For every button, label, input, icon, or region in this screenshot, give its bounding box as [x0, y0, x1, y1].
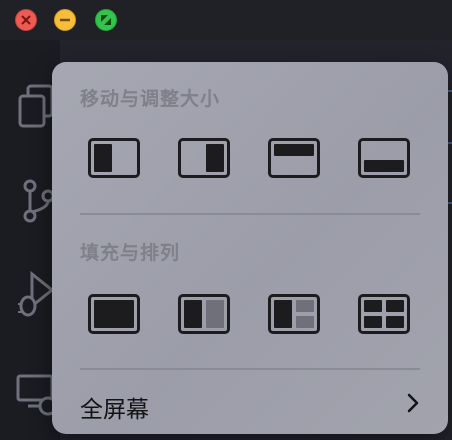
- grid-cell: [386, 316, 404, 328]
- arrange-three-pane-button[interactable]: [268, 294, 320, 334]
- close-icon: [21, 15, 31, 25]
- zoom-icon: [101, 15, 111, 25]
- three-pane-bottom-right: [296, 316, 314, 328]
- tile-right-half-button[interactable]: [178, 138, 230, 178]
- right-half-icon: [206, 144, 224, 172]
- section-divider: [80, 368, 420, 370]
- fullscreen-label: 全屏幕: [80, 397, 149, 423]
- source-control-icon[interactable]: [16, 176, 56, 226]
- section-divider: [80, 213, 420, 215]
- grid-cell: [386, 300, 404, 312]
- close-button[interactable]: [15, 9, 37, 31]
- bottom-half-icon: [364, 160, 404, 172]
- fill-icon: [94, 300, 134, 328]
- window-layout-popover: 移动与调整大小 填充与排列 全屏幕: [52, 62, 448, 434]
- grid-icon: [364, 300, 382, 312]
- remote-explorer-icon[interactable]: [16, 370, 56, 420]
- move-resize-title: 移动与调整大小: [80, 88, 221, 110]
- files-icon[interactable]: [16, 82, 56, 132]
- three-pane-top-right: [296, 300, 314, 312]
- left-half-icon: [94, 144, 112, 172]
- top-half-icon: [274, 144, 314, 156]
- minimize-button[interactable]: [54, 9, 76, 31]
- window-titlebar: [0, 0, 452, 40]
- arrange-grid-button[interactable]: [358, 294, 410, 334]
- split-icon: [184, 300, 202, 328]
- tile-bottom-half-button[interactable]: [358, 138, 410, 178]
- fullscreen-menu-item[interactable]: 全屏幕: [80, 384, 426, 424]
- chevron-right-icon: [407, 393, 419, 413]
- minimize-icon: [60, 18, 70, 22]
- zoom-button[interactable]: [95, 9, 117, 31]
- activity-bar: [0, 40, 60, 440]
- tile-left-half-button[interactable]: [88, 138, 140, 178]
- three-pane-icon: [274, 300, 292, 328]
- fill-arrange-title: 填充与排列: [80, 242, 181, 264]
- split-secondary-pane: [206, 300, 224, 328]
- run-debug-icon[interactable]: [16, 270, 56, 320]
- tile-top-half-button[interactable]: [268, 138, 320, 178]
- arrange-split-button[interactable]: [178, 294, 230, 334]
- fill-screen-button[interactable]: [88, 294, 140, 334]
- grid-cell: [364, 316, 382, 328]
